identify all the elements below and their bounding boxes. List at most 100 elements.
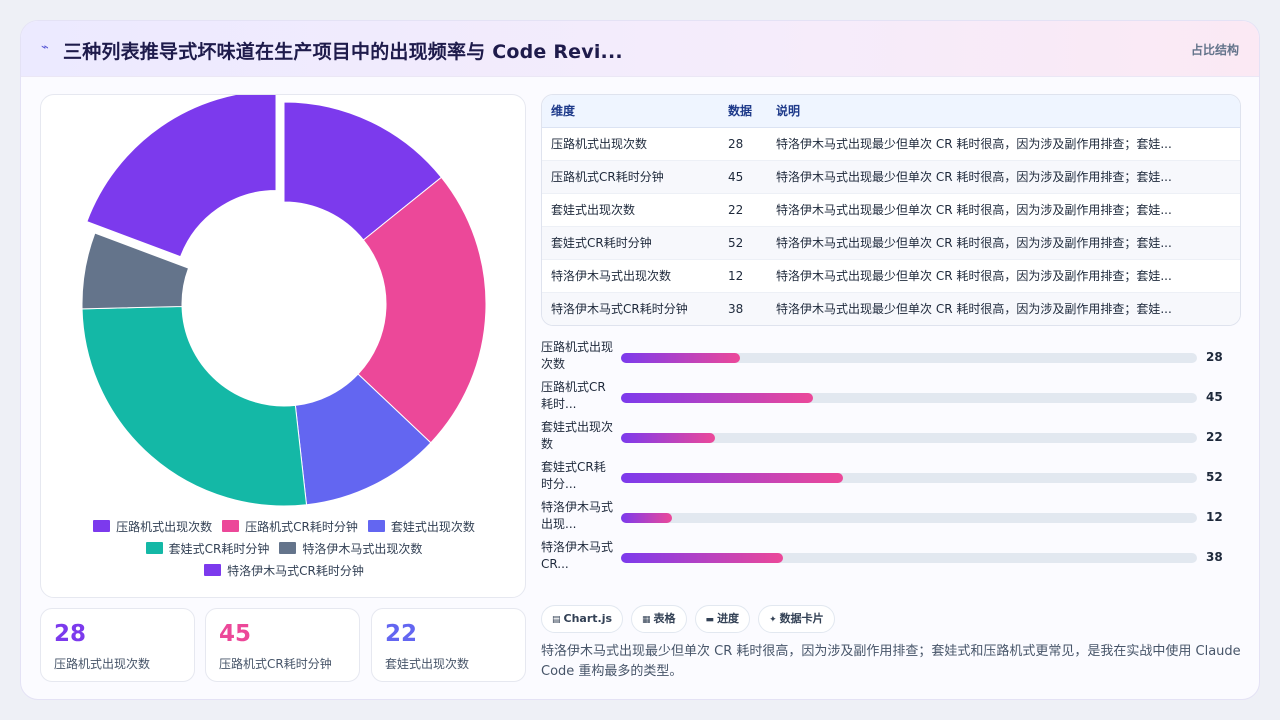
legend-item[interactable]: 压路机式CR耗时分钟 [222,518,358,535]
chip-progress[interactable]: ▬ 进度 [694,605,751,633]
legend-item[interactable]: 套娃式出现次数 [367,518,475,535]
legend-item[interactable]: 压路机式出现次数 [93,518,212,535]
table-cell-note: 特洛伊木马式出现最少但单次 CR 耗时很高，因为涉及副作用排查；套娃... [767,127,1240,161]
progress-label: 套娃式CR耗时分... [541,460,606,491]
table-cell-name: 套娃式出现次数 [542,193,719,227]
chip-chart[interactable]: ▤ Chart.js [541,605,624,633]
progress-fill [621,393,813,403]
progress-track [621,393,1197,403]
progress-label: 特洛伊木马式出现... [541,500,614,531]
progress-value: 38 [1206,550,1223,564]
table-row: 特洛伊木马式出现次数 12 特洛伊木马式出现最少但单次 CR 耗时很高，因为涉及… [542,259,1240,293]
progress-value: 45 [1206,390,1223,404]
chart-legend: 压路机式出现次数 压路机式CR耗时分钟 套娃式出现次数 套娃式CR耗时分钟 特洛伊木马式… [61,515,507,581]
table-header-dimension: 维度 [542,95,719,128]
chip-table[interactable]: ▦ 表格 [631,605,687,633]
summary-text: 特洛伊木马式出现最少但单次 CR 耗时很高，因为涉及副作用排查；套娃式和压路机式… [541,644,1241,679]
stat-label: 套娃式出现次数 [385,657,470,671]
chip-card[interactable]: ✦ 数据卡片 [758,605,835,633]
table-cell-value: 22 [719,193,767,227]
progress-bars: 压路机式出现次数 28 压路机式CR耗时... 45 套娃式出现次数 22 套娃式CR耗时分… [541,339,1241,579]
legend-item[interactable]: 套娃式CR耗时分钟 [145,540,270,557]
header-bar: ⌁ 三种列表推导式坏味道在生产项目中的出现频率与 Code Revi... 占比… [21,21,1259,77]
table-header-data: 数据 [719,95,767,128]
legend-label: 特洛伊木马式出现次数 [302,541,423,556]
table-cell-value: 38 [719,292,767,325]
table-header-note: 说明 [767,95,1240,128]
legend-swatch [222,520,240,532]
table-cell-value: 12 [719,259,767,293]
progress-track [621,353,1197,363]
legend-label: 特洛伊木马式CR耗时分钟 [227,563,364,578]
table-row: 套娃式出现次数 22 特洛伊木马式出现最少但单次 CR 耗时很高，因为涉及副作用… [542,193,1240,227]
legend-swatch [367,520,385,532]
stat-card: 45 压路机式CR耗时分钟 [205,608,360,682]
table-row: 套娃式CR耗时分钟 52 特洛伊木马式出现最少但单次 CR 耗时很高，因为涉及副… [542,226,1240,260]
progress-row: 特洛伊木马式出现... 12 [541,499,1241,535]
progress-value: 28 [1206,350,1223,364]
progress-label: 压路机式出现次数 [541,340,614,371]
progress-row: 压路机式出现次数 28 [541,339,1241,375]
chart-type-tag: 占比结构 [1190,43,1239,57]
table-row: 特洛伊木马式CR耗时分钟 38 特洛伊木马式出现最少但单次 CR 耗时很高，因为… [542,292,1240,325]
table-cell-note: 特洛伊木马式出现最少但单次 CR 耗时很高，因为涉及副作用排查；套娃... [767,226,1240,260]
chip-label: Chart.js [563,612,613,625]
legend-swatch [93,520,111,532]
feature-chips: ▤ Chart.js ▦ 表格 ▬ 进度 ✦ 数据卡片 [541,605,835,633]
chip-label: 表格 [653,612,676,625]
table-cell-note: 特洛伊木马式出现最少但单次 CR 耗时很高，因为涉及副作用排查；套娃... [767,292,1240,325]
legend-row: 套娃式CR耗时分钟 特洛伊木马式出现次数 [61,537,507,559]
chip-label: 数据卡片 [779,612,824,625]
progress-track [621,553,1197,563]
legend-swatch [279,542,297,554]
progress-label: 特洛伊木马式CR... [541,540,614,571]
table-cell-value: 52 [719,226,767,260]
data-table: 维度 数据 说明 压路机式出现次数 28 特洛伊木马式出现最少但单次 CR 耗时… [541,94,1241,326]
stat-value: 28 [54,621,87,647]
progress-track [621,433,1197,443]
progress-track [621,513,1197,523]
legend-label: 压路机式CR耗时分钟 [245,519,358,534]
progress-value: 52 [1206,470,1223,484]
page-title: 三种列表推导式坏味道在生产项目中的出现频率与 Code Revi... [63,41,623,63]
progress-fill [621,553,784,563]
stat-card: 22 套娃式出现次数 [371,608,526,682]
stat-value: 22 [385,621,418,647]
progress-row: 压路机式CR耗时... 45 [541,379,1241,415]
table-cell-note: 特洛伊木马式出现最少但单次 CR 耗时很高，因为涉及副作用排查；套娃... [767,160,1240,194]
table-cell-name: 特洛伊木马式出现次数 [542,259,719,293]
legend-label: 压路机式出现次数 [116,519,213,534]
table-cell-note: 特洛伊木马式出现最少但单次 CR 耗时很高，因为涉及副作用排查；套娃... [767,193,1240,227]
table-cell-name: 压路机式出现次数 [542,127,719,161]
legend-row: 压路机式出现次数 压路机式CR耗时分钟 套娃式出现次数 [61,515,507,537]
table-cell-value: 28 [719,127,767,161]
progress-value: 22 [1206,430,1223,444]
table-cell-name: 特洛伊木马式CR耗时分钟 [542,292,719,325]
table-cell-name: 压路机式CR耗时分钟 [542,160,719,194]
progress-fill [621,353,741,363]
chart-icon: ▤ [552,615,561,625]
progress-icon: ▬ [705,615,715,625]
table-cell-value: 45 [719,160,767,194]
donut-chart [81,95,487,507]
legend-swatch [145,542,163,554]
progress-label: 压路机式CR耗时... [541,380,606,411]
donut-slice[interactable] [86,95,277,258]
progress-row: 特洛伊木马式CR... 38 [541,539,1241,575]
legend-item[interactable]: 特洛伊木马式CR耗时分钟 [204,562,364,579]
legend-item[interactable]: 特洛伊木马式出现次数 [279,540,422,557]
progress-fill [621,513,673,523]
card-icon: ✦ [769,615,777,625]
stat-card: 28 压路机式出现次数 [40,608,195,682]
progress-row: 套娃式CR耗时分... 52 [541,459,1241,495]
stat-label: 压路机式出现次数 [54,657,151,671]
table-cell-note: 特洛伊木马式出现最少但单次 CR 耗时很高，因为涉及副作用排查；套娃... [767,259,1240,293]
legend-label: 套娃式CR耗时分钟 [168,541,270,556]
main-card: ⌁ 三种列表推导式坏味道在生产项目中的出现频率与 Code Revi... 占比… [20,20,1260,700]
stat-cards: 28 压路机式出现次数 45 压路机式CR耗时分钟 22 套娃式出现次数 [40,608,526,682]
donut-slice[interactable] [81,305,308,507]
stat-label: 压路机式CR耗时分钟 [219,657,332,671]
table-cell-name: 套娃式CR耗时分钟 [542,226,719,260]
legend-row: 特洛伊木马式CR耗时分钟 [61,559,507,581]
legend-swatch [204,564,222,576]
